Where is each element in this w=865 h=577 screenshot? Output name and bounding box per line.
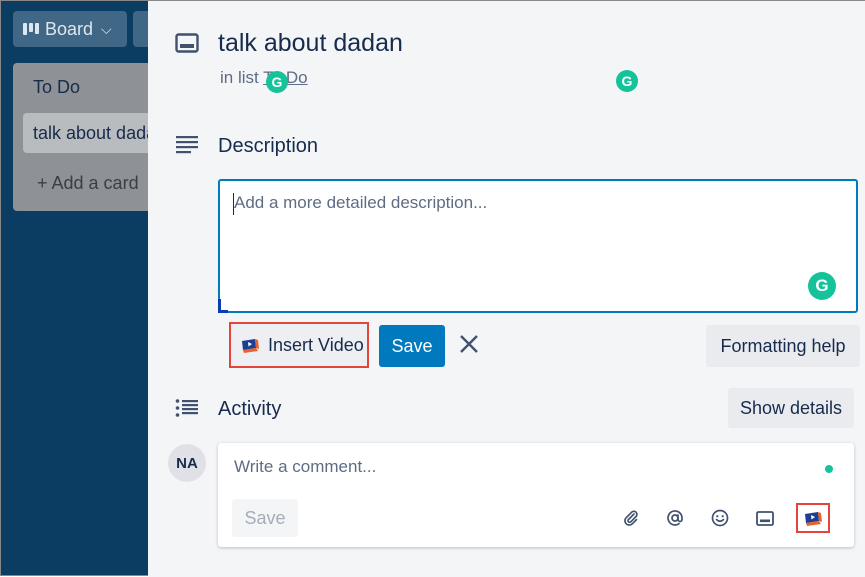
grammarly-icon[interactable]: G: [808, 272, 836, 300]
board-icon: [23, 23, 39, 35]
close-icon[interactable]: [458, 331, 480, 357]
add-card-button[interactable]: + Add a card: [37, 173, 139, 194]
chevron-down-icon: ⌵: [101, 20, 112, 37]
activity-heading: Activity: [218, 398, 282, 420]
grammarly-icon[interactable]: G: [616, 70, 638, 92]
insert-video-button[interactable]: Insert Video: [229, 322, 369, 368]
description-save-button[interactable]: Save: [379, 325, 445, 367]
grammarly-icon[interactable]: G: [266, 71, 288, 93]
description-editor[interactable]: G: [218, 179, 858, 313]
board-header: Board ⌵: [1, 1, 161, 61]
emoji-icon[interactable]: [707, 505, 733, 531]
card-title[interactable]: talk about dadan: [218, 29, 403, 58]
description-icon: [176, 136, 198, 154]
insert-video-label: Insert Video: [268, 334, 364, 355]
board-view-button[interactable]: Board ⌵: [13, 11, 127, 47]
video-icon: [242, 339, 259, 353]
card-list-info: in list To Do: [220, 68, 308, 88]
list-card[interactable]: talk about dadan: [23, 113, 153, 153]
board-list: To Do talk about dadan + Add a card: [13, 63, 153, 211]
text-caret: [233, 193, 234, 215]
avatar[interactable]: NA: [168, 444, 206, 482]
card-embed-icon[interactable]: [752, 505, 778, 531]
mention-icon[interactable]: [662, 505, 688, 531]
show-details-button[interactable]: Show details: [728, 388, 854, 428]
in-list-prefix: in list: [220, 68, 264, 87]
activity-icon: [175, 399, 198, 417]
attachment-icon[interactable]: [618, 505, 644, 531]
list-title[interactable]: To Do: [33, 77, 80, 98]
card-detail-modal: talk about dadan in list To Do G G Descr…: [148, 1, 865, 577]
resize-marker: [218, 310, 228, 313]
comment-input[interactable]: [232, 455, 792, 479]
board-view-label: Board: [45, 18, 94, 39]
description-input[interactable]: [232, 191, 792, 291]
card-icon: [175, 33, 199, 53]
grammarly-status-dot: [825, 465, 833, 473]
description-heading: Description: [218, 135, 319, 157]
comment-save-button[interactable]: Save: [232, 499, 298, 537]
comment-box[interactable]: Save: [218, 443, 854, 547]
video-icon: [805, 512, 822, 526]
formatting-help-button[interactable]: Formatting help: [706, 325, 860, 367]
app-window: Board ⌵ To Do talk about dadan + Add a c…: [0, 0, 865, 577]
insert-video-tool[interactable]: [796, 503, 830, 533]
